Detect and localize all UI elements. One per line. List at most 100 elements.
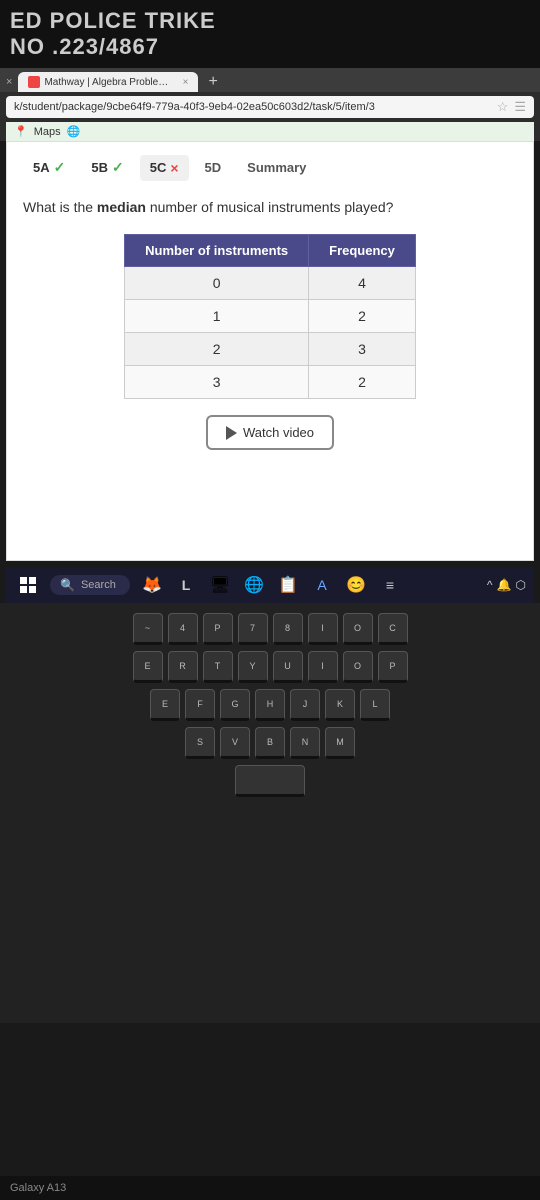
- page-content: 5A ✓ 5B ✓ 5C × 5D Summary What is the me…: [6, 141, 534, 561]
- key-E[interactable]: E: [133, 651, 163, 683]
- key-G[interactable]: G: [220, 689, 250, 721]
- table-row: 12: [125, 300, 416, 333]
- taskbar-icon-globe[interactable]: 🌐: [240, 571, 268, 599]
- window-close-button[interactable]: ×: [6, 76, 12, 88]
- taskbar-icon-fox[interactable]: 🦊: [138, 571, 166, 599]
- key-L[interactable]: L: [360, 689, 390, 721]
- url-text: k/student/package/9cbe64f9-779a-40f3-9eb…: [14, 101, 491, 113]
- taskbar-icon-clipboard[interactable]: 📋: [274, 571, 302, 599]
- tab-5B-check-icon: ✓: [112, 159, 124, 176]
- taskbar-right: ^ 🔔 ⬡: [487, 578, 526, 592]
- tab-5A-label: 5A: [33, 160, 50, 175]
- bookmark-icon[interactable]: ☆: [497, 99, 509, 115]
- keyboard-row-3: S V B N M: [30, 727, 510, 759]
- maps-bar: 📍 Maps 🌐: [6, 122, 534, 141]
- key-p-top[interactable]: P: [203, 613, 233, 645]
- tab-label: Mathway | Algebra Problem So: [44, 77, 174, 88]
- tab-close-icon[interactable]: ×: [183, 77, 189, 88]
- table-row: 32: [125, 366, 416, 399]
- active-tab[interactable]: Mathway | Algebra Problem So ×: [18, 72, 198, 92]
- taskbar-icons: 🦊 L 🖥 🌐 📋 A 😊 ≡: [138, 571, 479, 599]
- keyboard-row-2: E F G H J K L: [30, 689, 510, 721]
- key-E2[interactable]: E: [150, 689, 180, 721]
- question-prefix: What is the: [23, 199, 97, 215]
- cell-frequency: 4: [309, 267, 416, 300]
- tab-favicon-icon: [28, 76, 40, 88]
- top-bar: ED POLICE TRIKE NO .223/4867: [0, 0, 540, 68]
- maps-globe-icon: 🌐: [67, 125, 81, 138]
- tab-5A-check-icon: ✓: [54, 159, 66, 176]
- windows-icon: [20, 577, 36, 593]
- key-M[interactable]: M: [325, 727, 355, 759]
- tab-5A[interactable]: 5A ✓: [23, 154, 75, 181]
- tab-5D[interactable]: 5D: [195, 155, 232, 180]
- tab-5C[interactable]: 5C ×: [140, 155, 189, 181]
- nav-tabs: 5A ✓ 5B ✓ 5C × 5D Summary: [23, 154, 517, 181]
- key-O[interactable]: O: [343, 651, 373, 683]
- key-N[interactable]: N: [290, 727, 320, 759]
- key-V[interactable]: V: [220, 727, 250, 759]
- menu-icon[interactable]: ☰: [514, 99, 526, 115]
- cell-instruments: 3: [125, 366, 309, 399]
- keyboard-row-0: ~ 4 P 7 8 I O C: [30, 613, 510, 645]
- key-K[interactable]: K: [325, 689, 355, 721]
- taskbar-icon-number[interactable]: A: [308, 571, 336, 599]
- taskbar-icon-monitor[interactable]: 🖥: [206, 571, 234, 599]
- key-H[interactable]: H: [255, 689, 285, 721]
- frequency-table: Number of instruments Frequency 04122332: [124, 234, 416, 399]
- cell-instruments: 2: [125, 333, 309, 366]
- key-c0[interactable]: C: [378, 613, 408, 645]
- watch-video-label: Watch video: [243, 425, 314, 440]
- new-tab-button[interactable]: +: [202, 73, 223, 91]
- key-7[interactable]: 7: [238, 613, 268, 645]
- key-P[interactable]: P: [378, 651, 408, 683]
- search-icon: 🔍: [60, 578, 75, 592]
- tab-5B-label: 5B: [91, 160, 108, 175]
- tab-5D-label: 5D: [205, 160, 222, 175]
- tab-5B[interactable]: 5B ✓: [81, 154, 133, 181]
- taskbar-icon-l[interactable]: L: [172, 571, 200, 599]
- col-header-frequency: Frequency: [309, 235, 416, 267]
- taskbar-alert-icon[interactable]: 🔔: [497, 578, 512, 592]
- key-o0[interactable]: O: [343, 613, 373, 645]
- key-I[interactable]: I: [308, 651, 338, 683]
- tab-5C-label: 5C: [150, 160, 167, 175]
- key-B[interactable]: B: [255, 727, 285, 759]
- key-F[interactable]: F: [185, 689, 215, 721]
- key-T[interactable]: T: [203, 651, 233, 683]
- start-button[interactable]: [14, 571, 42, 599]
- key-8[interactable]: 8: [273, 613, 303, 645]
- taskbar-icon-face[interactable]: 😊: [342, 571, 370, 599]
- cell-frequency: 2: [309, 366, 416, 399]
- key-Y[interactable]: Y: [238, 651, 268, 683]
- question-text: What is the median number of musical ins…: [23, 197, 517, 218]
- key-tilde[interactable]: ~: [133, 613, 163, 645]
- maps-label[interactable]: Maps: [34, 126, 61, 138]
- taskbar-chevron-icon[interactable]: ^: [487, 578, 493, 592]
- keyboard: ~ 4 P 7 8 I O C E R T Y U I O P E F G H …: [30, 613, 510, 797]
- key-S[interactable]: S: [185, 727, 215, 759]
- tab-summary[interactable]: Summary: [237, 155, 316, 180]
- cell-frequency: 2: [309, 300, 416, 333]
- keyboard-row-1: E R T Y U I O P: [30, 651, 510, 683]
- taskbar: 🔍 Search 🦊 L 🖥 🌐 📋 A 😊 ≡ ^ 🔔 ⬡: [6, 567, 534, 603]
- cell-frequency: 3: [309, 333, 416, 366]
- key-i0[interactable]: I: [308, 613, 338, 645]
- watch-video-button[interactable]: Watch video: [206, 415, 334, 450]
- key-spacebar[interactable]: [235, 765, 305, 797]
- taskbar-time-icon: ⬡: [516, 578, 526, 592]
- question-keyword: median: [97, 199, 146, 215]
- taskbar-icon-bars[interactable]: ≡: [376, 571, 404, 599]
- tab-summary-label: Summary: [247, 160, 306, 175]
- laptop-keyboard-area: ~ 4 P 7 8 I O C E R T Y U I O P E F G H …: [0, 603, 540, 1023]
- key-J[interactable]: J: [290, 689, 320, 721]
- key-4[interactable]: 4: [168, 613, 198, 645]
- key-U[interactable]: U: [273, 651, 303, 683]
- col-header-instruments: Number of instruments: [125, 235, 309, 267]
- address-bar[interactable]: k/student/package/9cbe64f9-779a-40f3-9eb…: [6, 96, 534, 118]
- device-label: Galaxy A13: [10, 1182, 66, 1194]
- table-row: 04: [125, 267, 416, 300]
- key-R[interactable]: R: [168, 651, 198, 683]
- taskbar-search[interactable]: 🔍 Search: [50, 575, 130, 595]
- browser-chrome: × Mathway | Algebra Problem So × + k/stu…: [0, 68, 540, 141]
